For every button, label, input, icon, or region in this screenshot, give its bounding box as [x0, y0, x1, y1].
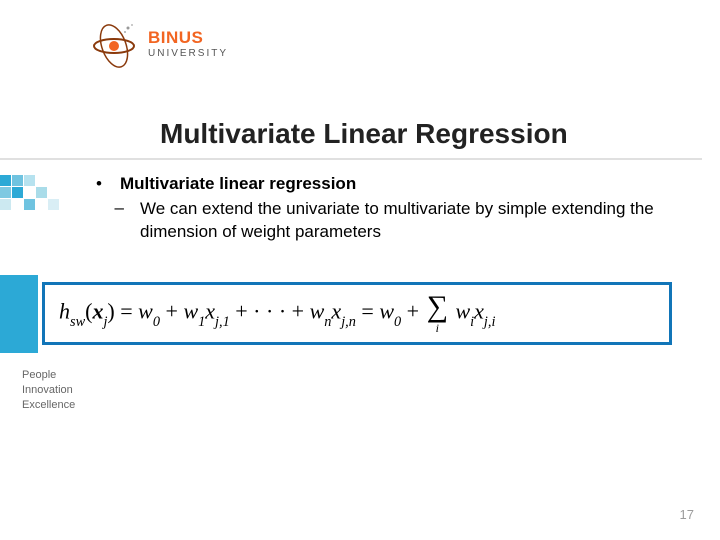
eq-lhs-func: h [59, 299, 70, 324]
bullet-marker: • [90, 174, 108, 194]
logo: BINUS UNIVERSITY [88, 18, 228, 70]
eq-si-cs: i [470, 314, 474, 330]
eq-s0-c: w [379, 299, 394, 324]
bullet-row: • Multivariate linear regression [90, 174, 688, 194]
tagline: People Innovation Excellence [22, 368, 75, 413]
page-number: 17 [680, 507, 694, 522]
eq-lhs-argsub: j [103, 314, 107, 330]
slide: BINUS UNIVERSITY Multivariate Linear Reg… [0, 0, 720, 540]
tagline-line-2: Innovation [22, 383, 75, 398]
eq-tn-c: w [310, 299, 325, 324]
page-title: Multivariate Linear Regression [160, 118, 568, 150]
logo-text: BINUS UNIVERSITY [148, 29, 228, 59]
eq-tn-vs: j,n [341, 314, 356, 330]
logo-subtitle: UNIVERSITY [148, 49, 228, 60]
title-underline [0, 158, 702, 160]
sigma-icon: ∑ i [427, 293, 448, 334]
eq-t1-vs: j,1 [215, 314, 230, 330]
eq-t1-v: x [205, 299, 215, 324]
content: • Multivariate linear regression – We ca… [90, 174, 688, 244]
eq-si-vs: j,i [484, 314, 496, 330]
decor-band [0, 275, 38, 353]
equation-box: hsw(xj) = w0 + w1xj,1 + · · · + wnxj,n =… [42, 282, 672, 345]
eq-s0-cs: 0 [394, 314, 401, 330]
eq-t0-c: w [138, 299, 153, 324]
tagline-line-3: Excellence [22, 398, 75, 413]
logo-mark-icon [88, 18, 140, 70]
sub-bullet-marker: – [90, 198, 130, 244]
eq-t0-cs: 0 [153, 314, 160, 330]
equation: hsw(xj) = w0 + w1xj,1 + · · · + wnxj,n =… [59, 293, 495, 334]
sub-bullet-text: We can extend the univariate to multivar… [140, 198, 688, 244]
eq-lhs-sub: sw [70, 314, 85, 330]
eq-lhs-arg: x [92, 299, 103, 324]
eq-t1-c: w [183, 299, 198, 324]
tagline-line-1: People [22, 368, 75, 383]
eq-si-c: w [455, 299, 470, 324]
sub-bullet-row: – We can extend the univariate to multiv… [90, 198, 688, 244]
eq-dots: · · · [253, 299, 286, 324]
eq-sum-index: i [436, 322, 439, 334]
logo-brand: BINUS [148, 29, 228, 47]
eq-tn-v: x [331, 299, 341, 324]
bullet-label: Multivariate linear regression [120, 174, 356, 194]
eq-tn-cs: n [324, 314, 331, 330]
decor-pixels-icon [0, 175, 64, 220]
eq-t1-cs: 1 [198, 314, 205, 330]
eq-si-v: x [474, 299, 484, 324]
